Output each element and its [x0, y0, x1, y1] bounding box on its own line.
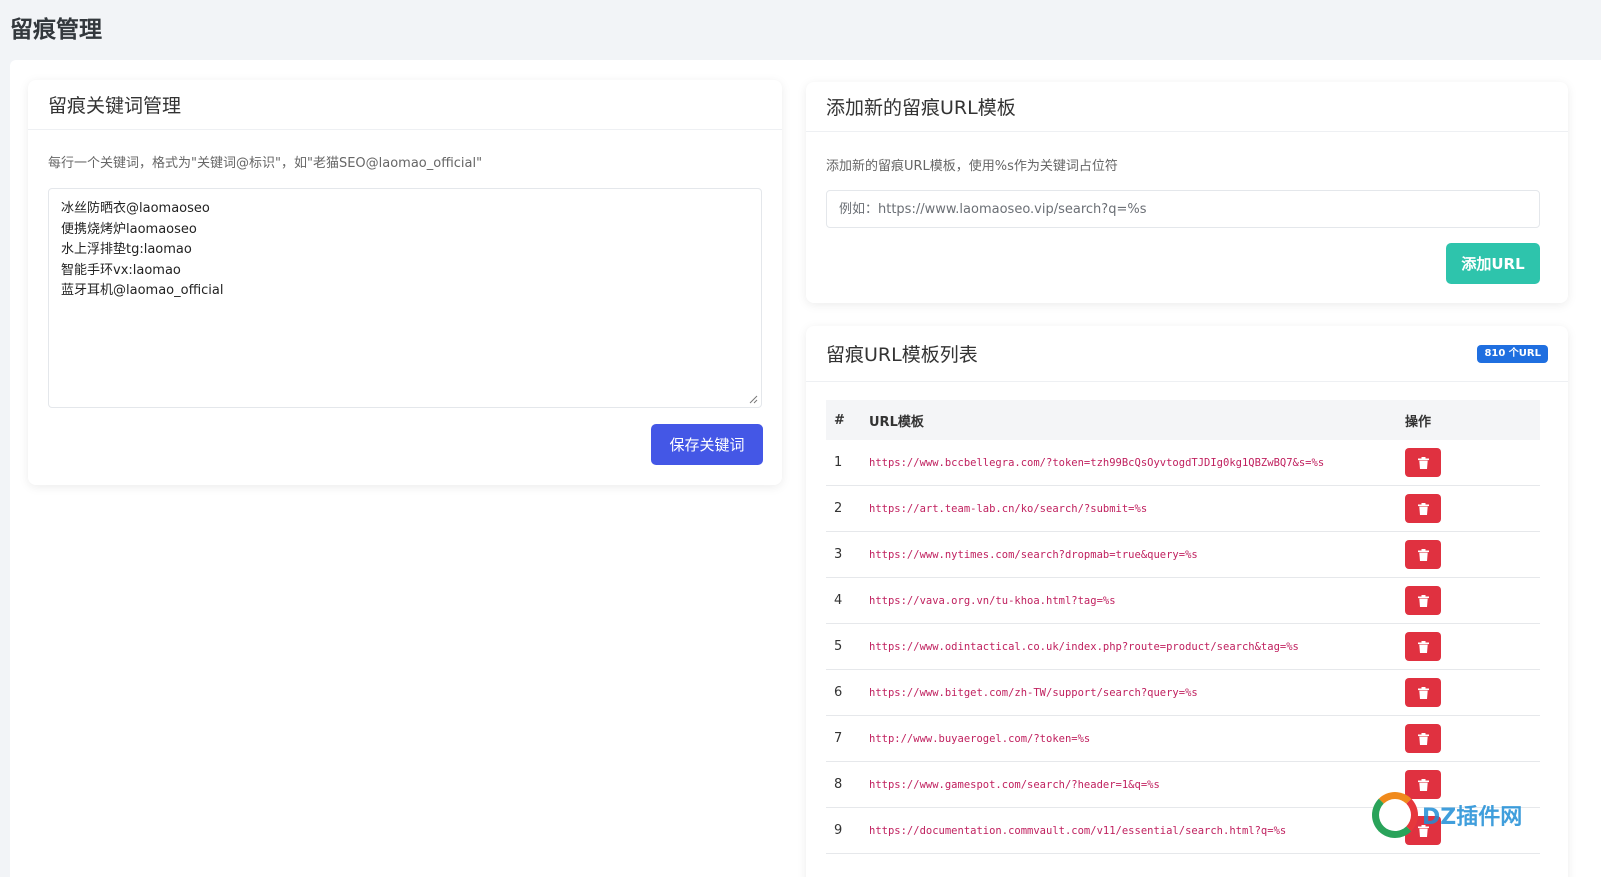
delete-button[interactable] [1405, 678, 1441, 707]
row-url: https://www.nytimes.com/search?dropmab=t… [869, 548, 1198, 561]
table-row: 5 https://www.odintactical.co.uk/index.ph… [826, 624, 1540, 670]
add-url-hint: 添加新的留痕URL模板，使用%s作为关键词占位符 [826, 159, 1118, 174]
trash-icon [1417, 502, 1429, 515]
delete-button[interactable] [1405, 724, 1441, 753]
add-url-card-title: 添加新的留痕URL模板 [806, 82, 1568, 132]
row-actions [1405, 632, 1540, 661]
add-url-card: 添加新的留痕URL模板 添加新的留痕URL模板，使用%s作为关键词占位符 添加U… [806, 82, 1568, 303]
row-actions [1405, 586, 1540, 615]
row-actions [1405, 724, 1540, 753]
delete-button[interactable] [1405, 494, 1441, 523]
trash-icon [1417, 594, 1429, 607]
url-list-title: 留痕URL模板列表 [826, 344, 978, 366]
header-url: URL模板 [869, 414, 924, 430]
row-url: https://documentation.commvault.com/v11/… [869, 824, 1287, 837]
row-url: https://www.odintactical.co.uk/index.php… [869, 640, 1299, 653]
trash-icon [1417, 640, 1429, 653]
delete-button[interactable] [1405, 448, 1441, 477]
table-header: # URL模板 操作 [826, 400, 1540, 440]
url-list-card: 留痕URL模板列表 810 个URL # URL模板 操作 1 https://w… [806, 326, 1568, 877]
trash-icon [1417, 732, 1429, 745]
delete-button[interactable] [1405, 540, 1441, 569]
table-row: 6 https://www.bitget.com/zh-TW/support/se… [826, 670, 1540, 716]
url-table: # URL模板 操作 1 https://www.bccbellegra.com/… [826, 400, 1540, 854]
page-title: 留痕管理 [10, 17, 102, 43]
row-num: 1 [834, 455, 843, 470]
table-row: 9 https://documentation.commvault.com/v11… [826, 808, 1540, 854]
delete-button[interactable] [1405, 632, 1441, 661]
table-row: 2 https://art.team-lab.cn/ko/search/?subm… [826, 486, 1540, 532]
url-count-badge: 810 个URL [1477, 344, 1548, 363]
table-row: 1 https://www.bccbellegra.com/?token=tzh9… [826, 440, 1540, 486]
row-url: https://www.bccbellegra.com/?token=tzh99… [869, 456, 1325, 469]
row-actions [1405, 494, 1540, 523]
delete-button[interactable] [1405, 586, 1441, 615]
row-num: 8 [834, 777, 843, 792]
keyword-hint: 每行一个关键词，格式为"关键词@标识"，如"老猫SEO@laomao_offic… [48, 156, 483, 171]
table-row: 7 http://www.buyaerogel.com/?token=%s [826, 716, 1540, 762]
keyword-textarea[interactable]: 冰丝防晒衣@laomaoseo 便携烧烤炉laomaoseo 水上浮排垫tg:l… [48, 188, 762, 408]
row-url: http://www.buyaerogel.com/?token=%s [869, 732, 1091, 745]
save-keywords-button[interactable]: 保存关键词 [651, 424, 763, 465]
row-num: 7 [834, 731, 843, 746]
row-actions [1405, 816, 1540, 845]
keyword-card: 留痕关键词管理 每行一个关键词，格式为"关键词@标识"，如"老猫SEO@laom… [28, 80, 782, 485]
row-num: 5 [834, 639, 843, 654]
row-num: 6 [834, 685, 843, 700]
row-num: 9 [834, 823, 843, 838]
header-num: # [834, 412, 845, 428]
row-url: https://vava.org.vn/tu-khoa.html?tag=%s [869, 594, 1116, 607]
trash-icon [1417, 456, 1429, 469]
delete-button[interactable] [1405, 816, 1441, 845]
trash-icon [1417, 778, 1429, 791]
url-template-input[interactable] [826, 190, 1540, 228]
row-url: https://www.bitget.com/zh-TW/support/sea… [869, 686, 1198, 699]
delete-button[interactable] [1405, 770, 1441, 799]
trash-icon [1417, 824, 1429, 837]
row-actions [1405, 540, 1540, 569]
header-op: 操作 [1405, 414, 1432, 430]
trash-icon [1417, 686, 1429, 699]
table-row: 3 https://www.nytimes.com/search?dropmab=… [826, 532, 1540, 578]
row-num: 2 [834, 501, 843, 516]
row-num: 4 [834, 593, 843, 608]
url-list-header: 留痕URL模板列表 810 个URL [806, 326, 1568, 382]
row-actions [1405, 448, 1540, 477]
table-row: 4 https://vava.org.vn/tu-khoa.html?tag=%s [826, 578, 1540, 624]
add-url-button[interactable]: 添加URL [1446, 243, 1540, 284]
table-row: 8 https://www.gamespot.com/search/?header… [826, 762, 1540, 808]
row-num: 3 [834, 547, 843, 562]
trash-icon [1417, 548, 1429, 561]
row-url: https://www.gamespot.com/search/?header=… [869, 778, 1160, 791]
row-url: https://art.team-lab.cn/ko/search/?submi… [869, 502, 1148, 515]
keyword-card-title: 留痕关键词管理 [28, 80, 782, 130]
row-actions [1405, 678, 1540, 707]
row-actions [1405, 770, 1540, 799]
